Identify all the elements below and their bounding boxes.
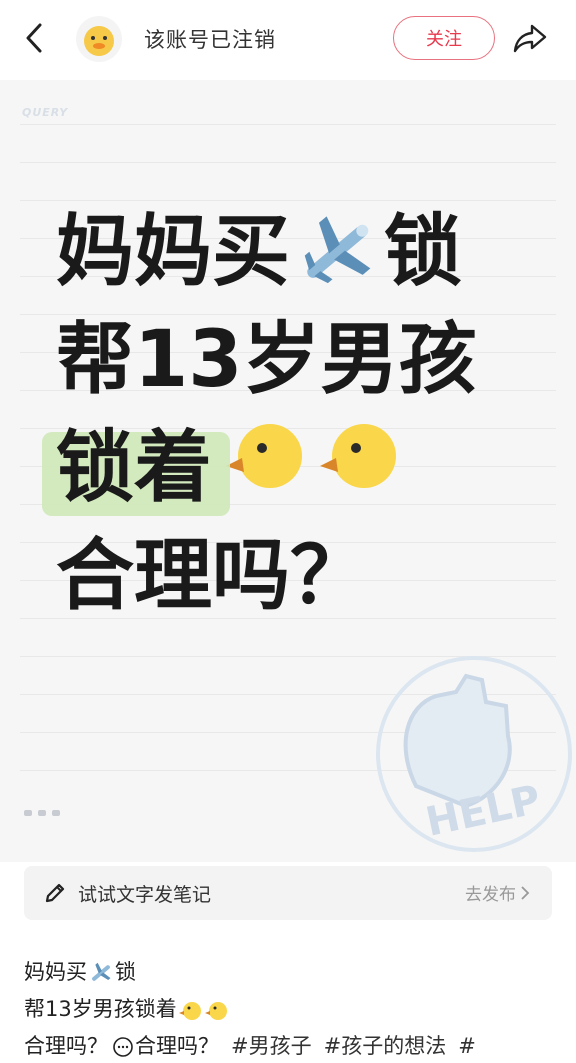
go-publish-label: 去发布 bbox=[465, 885, 516, 905]
hashtag-link[interactable]: #男孩子 bbox=[231, 1028, 312, 1063]
caption-line-1-a: 妈妈买 bbox=[24, 960, 87, 984]
avatar[interactable] bbox=[76, 16, 122, 62]
share-icon bbox=[513, 24, 547, 53]
username[interactable]: 该账号已注销 bbox=[144, 24, 276, 54]
caption-line-2: 帮13岁男孩锁着 bbox=[24, 991, 568, 1028]
airplane-icon bbox=[92, 962, 111, 981]
post-headline: 妈妈买 锁 帮13岁男孩 锁着 合理吗？ bbox=[41, 198, 477, 630]
headline-line-3: 锁着 bbox=[41, 414, 477, 522]
chick-icon bbox=[178, 1001, 201, 1020]
headline-line-1: 妈妈买 锁 bbox=[56, 198, 477, 306]
caption-line-2-text: 帮13岁男孩锁着 bbox=[24, 997, 177, 1021]
hashtag-link[interactable]: # bbox=[458, 1028, 476, 1063]
headline-line-1-b: 锁 bbox=[384, 207, 463, 297]
headline-line-1-a: 妈妈买 bbox=[56, 207, 291, 297]
follow-button[interactable]: 关注 bbox=[393, 16, 495, 60]
pencil-icon bbox=[42, 880, 68, 906]
try-text-label: 试试文字发笔记 bbox=[78, 883, 212, 906]
post-caption: 妈妈买 锁 帮13岁男孩锁着 合理吗？ 合理吗？ #男孩子 #孩子的想法 # bbox=[24, 954, 568, 1063]
go-publish-link[interactable]: 去发布 bbox=[465, 880, 530, 905]
share-button[interactable] bbox=[508, 18, 552, 58]
caption-line-3-a: 合理吗？ bbox=[24, 1034, 108, 1058]
try-text-note-bar[interactable]: 试试文字发笔记 去发布 bbox=[24, 866, 552, 920]
caption-line-3: 合理吗？ 合理吗？ #男孩子 #孩子的想法 # bbox=[24, 1028, 568, 1063]
duck-avatar-icon bbox=[84, 26, 114, 56]
top-bar: 该账号已注销 关注 bbox=[0, 0, 576, 80]
chick-icon bbox=[222, 414, 306, 522]
chick-icon bbox=[316, 414, 400, 522]
brand-watermark: QUERY bbox=[22, 106, 69, 119]
topic-link[interactable]: 合理吗？ bbox=[135, 1028, 219, 1063]
hashtag-link[interactable]: #孩子的想法 bbox=[324, 1028, 447, 1063]
headline-line-4: 合理吗？ bbox=[56, 531, 369, 621]
chevron-left-icon bbox=[26, 23, 42, 53]
chick-icon bbox=[204, 1001, 227, 1020]
post-image[interactable]: QUERY 妈妈买 锁 帮13岁男孩 锁着 合理吗？ HELP bbox=[0, 80, 576, 862]
caption-line-1: 妈妈买 锁 bbox=[24, 954, 568, 991]
highlighted-text: 锁着 bbox=[41, 414, 231, 522]
chat-bubble-icon bbox=[113, 1036, 133, 1057]
headline-line-2: 帮13岁男孩 bbox=[56, 315, 477, 405]
help-hand-watermark: HELP bbox=[356, 636, 576, 860]
back-button[interactable] bbox=[14, 18, 54, 58]
caption-line-1-b: 锁 bbox=[115, 960, 136, 984]
airplane-icon bbox=[304, 216, 371, 284]
image-indicator bbox=[24, 810, 60, 816]
chevron-right-icon bbox=[521, 885, 530, 900]
